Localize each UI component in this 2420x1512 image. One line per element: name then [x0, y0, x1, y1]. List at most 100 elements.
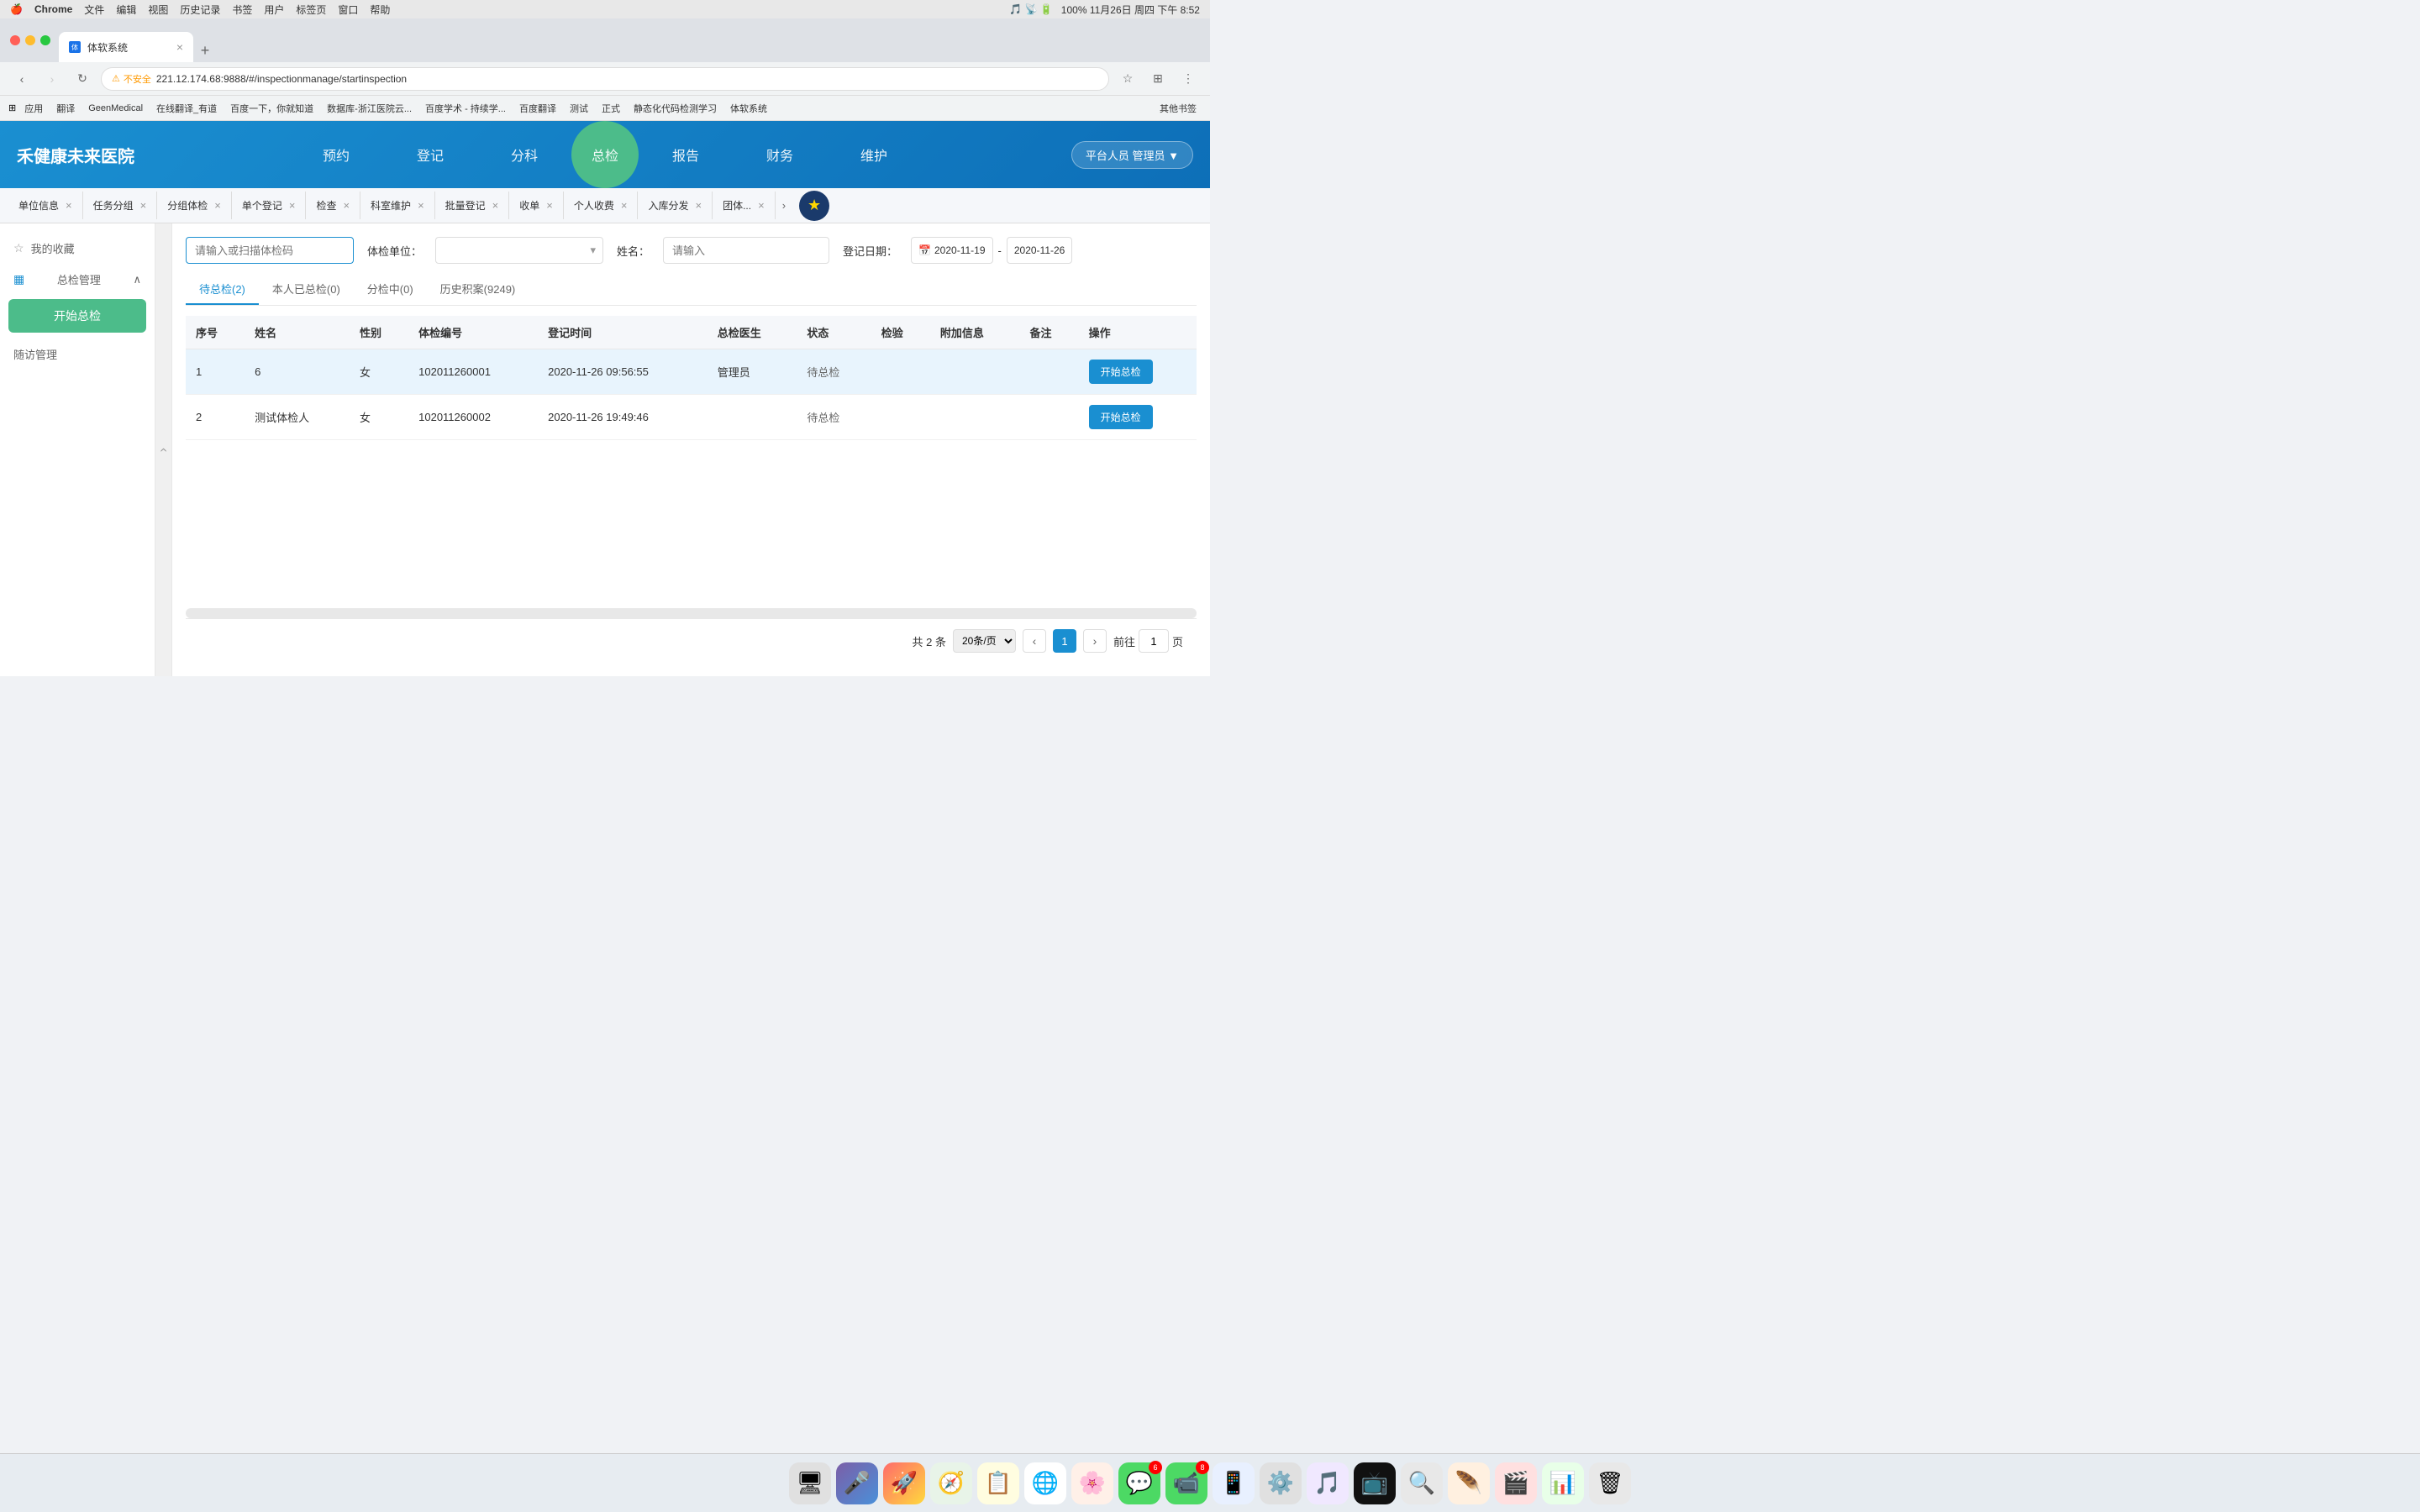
dock-quicksilver[interactable]: 🔍	[1401, 1462, 1443, 1504]
tab-close-unit-info[interactable]: ×	[66, 199, 72, 212]
page-jump-input[interactable]	[1139, 629, 1169, 653]
start-inspection-btn[interactable]: 开始总检	[8, 299, 146, 333]
new-tab-btn[interactable]: +	[193, 39, 217, 62]
tab-batch-reg[interactable]: 批量登记 ×	[435, 192, 510, 219]
tab-group-exam[interactable]: 分组体检 ×	[157, 192, 232, 219]
nav-appointment[interactable]: 预约	[289, 121, 383, 188]
dock-paw[interactable]: 🪶	[1448, 1462, 1490, 1504]
minimize-window-btn[interactable]	[25, 35, 35, 45]
nav-general-inspection[interactable]: 总检	[571, 121, 639, 188]
dock-photos[interactable]: 🌸	[1071, 1462, 1113, 1504]
dock-sysprefs[interactable]: ⚙️	[1260, 1462, 1302, 1504]
dock-podcasts[interactable]: 🎵	[1307, 1462, 1349, 1504]
more-options-btn[interactable]: ⋮	[1176, 67, 1200, 91]
extension-btn[interactable]: ⊞	[1146, 67, 1170, 91]
menu-help[interactable]: 帮助	[370, 3, 390, 17]
bm-baidu[interactable]: 百度一下，你就知道	[225, 100, 318, 117]
tab-unit-info[interactable]: 单位信息 ×	[8, 192, 83, 219]
sidebar-favorites[interactable]: ☆ 我的收藏	[0, 232, 155, 265]
sidebar-general-mgmt[interactable]: ▦ 总检管理 ∧	[0, 265, 155, 294]
active-chrome-tab[interactable]: 体 体软系统 ×	[59, 32, 193, 62]
forward-btn[interactable]: ›	[40, 67, 64, 91]
window-controls[interactable]	[10, 35, 50, 45]
reload-btn[interactable]: ↻	[71, 67, 94, 91]
dock-quicktime[interactable]: 🎬	[1495, 1462, 1537, 1504]
nav-finance[interactable]: 财务	[733, 121, 827, 188]
dock-chrome[interactable]: 🌐	[1024, 1462, 1066, 1504]
close-tab-btn[interactable]: ×	[176, 40, 183, 54]
subtab-done-self[interactable]: 本人已总检(0)	[259, 274, 354, 305]
bm-apps[interactable]: 应用	[19, 100, 48, 117]
dock-finder[interactable]: 🖥	[789, 1462, 831, 1504]
menu-history[interactable]: 历史记录	[180, 3, 220, 17]
bm-baidutranslate[interactable]: 百度翻译	[514, 100, 561, 117]
address-input[interactable]: ⚠ 不安全 221.12.174.68:9888/#/inspectionman…	[101, 67, 1109, 91]
tab-inspection[interactable]: 检查 ×	[306, 192, 360, 219]
tab-personal-fee[interactable]: 个人收费 ×	[564, 192, 639, 219]
code-search-input[interactable]	[186, 237, 354, 264]
nav-report[interactable]: 报告	[639, 121, 733, 188]
next-page-btn[interactable]: ›	[1083, 629, 1107, 653]
tabs-more-btn[interactable]: ›	[776, 192, 792, 218]
tab-single-reg[interactable]: 单个登记 ×	[232, 192, 307, 219]
subtab-in-progress[interactable]: 分检中(0)	[354, 274, 427, 305]
maximize-window-btn[interactable]	[40, 35, 50, 45]
date-end-input[interactable]: 2020-11-26	[1007, 237, 1073, 264]
bm-tisoft[interactable]: 体软系统	[725, 100, 772, 117]
menu-bookmarks[interactable]: 书签	[232, 3, 252, 17]
page-size-select[interactable]: 20条/页	[953, 629, 1016, 653]
bm-static[interactable]: 静态化代码检测学习	[629, 100, 722, 117]
horizontal-scrollbar[interactable]	[186, 608, 1197, 618]
tab-group-more[interactable]: 团体... ×	[713, 192, 776, 219]
menu-view[interactable]: 视图	[148, 3, 168, 17]
dock-messages[interactable]: 💬 6	[1118, 1462, 1160, 1504]
bm-test[interactable]: 测试	[565, 100, 593, 117]
bm-other[interactable]: 其他书签	[1155, 100, 1202, 117]
tab-close-task-group[interactable]: ×	[140, 199, 147, 212]
dock-safari[interactable]: 🧭	[930, 1462, 972, 1504]
prev-page-btn[interactable]: ‹	[1023, 629, 1046, 653]
menu-window[interactable]: 窗口	[338, 3, 358, 17]
tab-close-batch-reg[interactable]: ×	[492, 199, 499, 212]
start-inspection-row2-btn[interactable]: 开始总检	[1089, 405, 1153, 429]
bm-youdao[interactable]: 在线翻译_有道	[151, 100, 222, 117]
tab-close-group-exam[interactable]: ×	[214, 199, 221, 212]
tab-close-receive[interactable]: ×	[546, 199, 553, 212]
nav-register[interactable]: 登记	[383, 121, 477, 188]
back-btn[interactable]: ‹	[10, 67, 34, 91]
sidebar-collapse-btn[interactable]: ‹	[155, 223, 172, 676]
date-start-input[interactable]: 📅 2020-11-19	[911, 237, 992, 264]
unit-select[interactable]: ▾	[435, 237, 603, 264]
user-menu-btn[interactable]: 平台人员 管理员 ▼	[1071, 141, 1193, 169]
name-input[interactable]	[663, 237, 829, 264]
apple-menu[interactable]: 🍎	[10, 3, 23, 15]
current-page-num[interactable]: 1	[1053, 629, 1076, 653]
tab-room-maintain[interactable]: 科室维护 ×	[360, 192, 435, 219]
tab-receive[interactable]: 收单 ×	[509, 192, 564, 219]
tab-close-personal-fee[interactable]: ×	[621, 199, 628, 212]
nav-department[interactable]: 分科	[477, 121, 571, 188]
nav-maintain[interactable]: 维护	[827, 121, 921, 188]
menu-tabs[interactable]: 标签页	[296, 3, 326, 17]
bm-formal[interactable]: 正式	[597, 100, 625, 117]
start-inspection-row1-btn[interactable]: 开始总检	[1089, 360, 1153, 384]
app-menu-chrome[interactable]: Chrome	[34, 3, 72, 15]
subtab-history[interactable]: 历史积案(9249)	[427, 274, 529, 305]
tab-close-warehouse[interactable]: ×	[696, 199, 702, 212]
bm-scholar[interactable]: 百度学术 - 持续学...	[420, 100, 511, 117]
tab-close-single-reg[interactable]: ×	[289, 199, 296, 212]
subtab-pending[interactable]: 待总检(2)	[186, 274, 259, 305]
dock-appletv[interactable]: 📺	[1354, 1462, 1396, 1504]
dock-appstore[interactable]: 📱	[1213, 1462, 1255, 1504]
dock-numbers[interactable]: 📊	[1542, 1462, 1584, 1504]
bm-geen[interactable]: GeenMedical	[83, 102, 148, 115]
dock-launchpad[interactable]: 🚀	[883, 1462, 925, 1504]
tab-warehouse[interactable]: 入库分发 ×	[638, 192, 713, 219]
dock-trash[interactable]: 🗑	[1589, 1462, 1631, 1504]
tab-task-group[interactable]: 任务分组 ×	[83, 192, 158, 219]
sidebar-followup[interactable]: 随访管理	[0, 338, 155, 370]
close-window-btn[interactable]	[10, 35, 20, 45]
menu-user[interactable]: 用户	[264, 3, 284, 17]
tab-close-group-more[interactable]: ×	[758, 199, 765, 212]
tab-close-room-maintain[interactable]: ×	[418, 199, 424, 212]
